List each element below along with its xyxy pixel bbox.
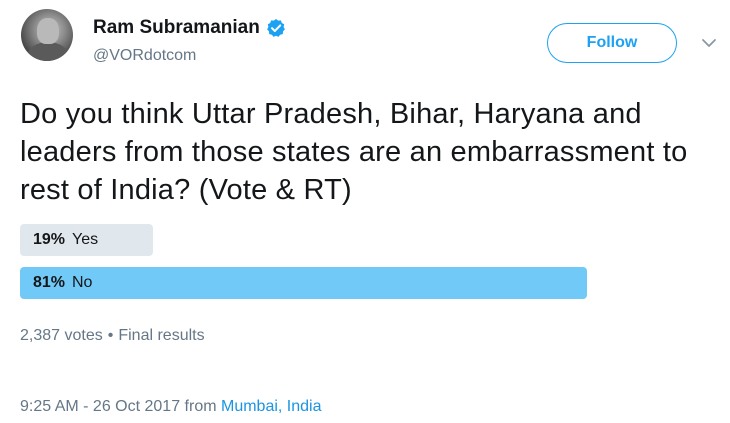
- poll-option-label: Yes: [72, 231, 99, 248]
- author-block: Ram Subramanian @VORdotcom: [93, 16, 286, 67]
- verified-badge-icon: [266, 18, 286, 38]
- tweet-timestamp: 9:25 AM - 26 Oct 2017 from Mumbai, India: [20, 397, 322, 417]
- timestamp-time-date[interactable]: 9:25 AM - 26 Oct 2017 from: [20, 398, 217, 415]
- location-link[interactable]: Mumbai, India: [221, 398, 322, 415]
- poll-meta: 2,387 votes • Final results: [20, 326, 205, 346]
- poll-option-label: No: [72, 274, 93, 291]
- poll-option-yes: 19% Yes: [20, 224, 590, 256]
- poll-option-label-row: 81% No: [33, 267, 92, 299]
- separator-dot: •: [107, 327, 114, 344]
- poll-option-percent: 81%: [33, 274, 66, 291]
- poll: 19% Yes 81% No: [20, 224, 590, 310]
- poll-option-no: 81% No: [20, 267, 590, 299]
- poll-option-percent: 19%: [33, 231, 66, 248]
- name-row: Ram Subramanian: [93, 16, 286, 40]
- poll-bar: [20, 267, 587, 299]
- chevron-down-icon[interactable]: [700, 36, 718, 50]
- display-name[interactable]: Ram Subramanian: [93, 16, 260, 40]
- poll-option-label-row: 19% Yes: [33, 224, 98, 256]
- avatar[interactable]: [21, 9, 73, 61]
- tweet-text: Do you think Uttar Pradesh, Bihar, Harya…: [20, 98, 688, 206]
- follow-button[interactable]: Follow: [547, 23, 677, 63]
- avatar-body-shape: [27, 42, 69, 61]
- poll-vote-count: 2,387 votes: [20, 327, 103, 344]
- poll-status: Final results: [118, 327, 205, 344]
- handle[interactable]: @VORdotcom: [93, 45, 286, 67]
- avatar-face-shape: [37, 18, 59, 44]
